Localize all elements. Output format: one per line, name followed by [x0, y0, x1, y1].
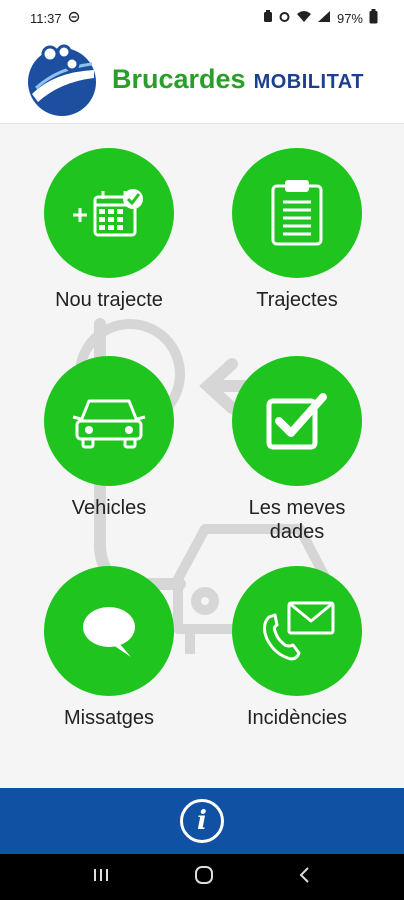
brand-subtitle: MOBILITAT: [253, 71, 364, 93]
tile-les-meves-dades-button[interactable]: [232, 356, 362, 486]
calendar-add-icon: [73, 189, 143, 237]
back-icon[interactable]: [298, 866, 312, 889]
brand-name: Brucardes: [112, 64, 246, 94]
brand: Brucardes MOBILITAT: [112, 64, 364, 95]
tile-label: Missatges: [63, 707, 155, 729]
app-header: Brucardes MOBILITAT: [0, 36, 404, 124]
recent-apps-icon[interactable]: [92, 867, 110, 888]
tile-label: Vehicles: [71, 497, 147, 519]
tile-trajectes-button[interactable]: [232, 148, 362, 278]
tile-missatges-button[interactable]: [44, 566, 174, 696]
battery-percent: 97%: [336, 10, 363, 26]
car-icon: [72, 399, 146, 449]
chat-bubble-icon: [83, 607, 135, 657]
battery-icon: [369, 9, 378, 27]
tile-trajectes[interactable]: Trajectes: [202, 148, 392, 312]
info-icon: i: [197, 806, 207, 836]
system-nav-bar: [0, 854, 404, 900]
tile-incidencies-button[interactable]: [232, 566, 362, 696]
alarm-icon: [278, 10, 291, 26]
home-icon[interactable]: [194, 865, 214, 890]
tile-label: Nou trajecte: [55, 289, 163, 311]
tile-missatges[interactable]: Missatges: [14, 566, 204, 730]
signal-icon: [317, 10, 331, 26]
clipboard-icon: [271, 180, 323, 246]
sync-icon: [68, 11, 80, 26]
tile-vehicles[interactable]: Vehicles: [14, 356, 204, 520]
info-button[interactable]: i: [180, 799, 224, 843]
tile-label: Incidències: [246, 707, 348, 729]
tile-nou-trajecte-button[interactable]: [44, 148, 174, 278]
wifi-icon: [296, 10, 312, 26]
tile-label: Les meves dades: [248, 497, 346, 543]
tile-vehicles-button[interactable]: [44, 356, 174, 486]
status-bar: 11:37 97%: [0, 0, 404, 36]
tile-les-meves-dades[interactable]: Les meves dades: [202, 356, 392, 544]
status-time: 11:37: [30, 10, 62, 26]
tile-label: Trajectes: [256, 289, 338, 311]
checkbox-icon: [266, 393, 327, 450]
footer-bar: i: [0, 788, 404, 854]
tile-nou-trajecte[interactable]: Nou trajecte: [14, 148, 204, 312]
brucardes-logo: [28, 44, 96, 116]
main-menu: Nou trajecte Trajectes Vehicles Les meve…: [0, 124, 404, 788]
tile-incidencies[interactable]: Incidències: [202, 566, 392, 730]
battery-saver-icon: [263, 10, 273, 26]
phone-mail-icon: [262, 601, 335, 661]
